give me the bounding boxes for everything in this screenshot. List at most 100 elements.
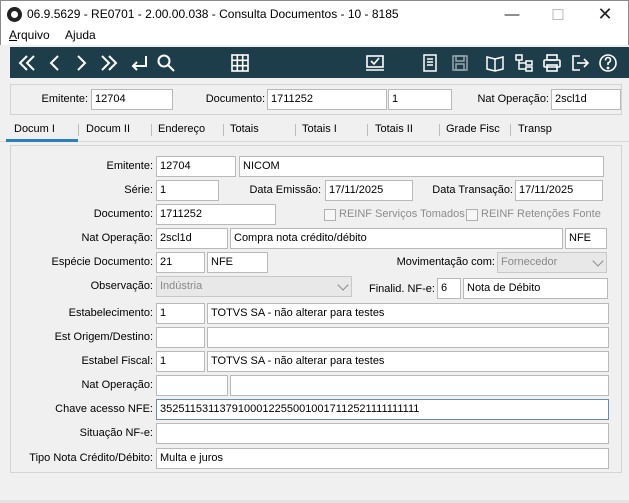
- next-icon[interactable]: [70, 47, 92, 78]
- tab-grade-fisc[interactable]: Grade Fisc: [446, 123, 500, 135]
- chave-field[interactable]: 3525115311379100012255001001711252111111…: [156, 399, 609, 420]
- emitente-name-field[interactable]: NICOM: [239, 156, 604, 177]
- est-origem-label: Est Origem/Destino:: [54, 331, 153, 343]
- menu-bar: Arquivo Ajuda: [0, 27, 629, 45]
- est-origem-code-field[interactable]: [156, 327, 205, 348]
- estabelecimento-code-field[interactable]: 1: [156, 303, 205, 324]
- estabelecimento-label: Estabelecimento:: [68, 307, 153, 319]
- finalid-desc-field[interactable]: Nota de Débito: [463, 278, 608, 299]
- movimentacao-dropdown[interactable]: Fornecedor: [497, 252, 607, 273]
- tab-totais-i[interactable]: Totais I: [302, 123, 337, 135]
- approve-icon[interactable]: [362, 47, 388, 78]
- reinf-retencoes-label: REINF Retenções Fonte: [481, 208, 601, 220]
- movimentacao-value: Fornecedor: [501, 256, 558, 268]
- situacao-field[interactable]: [156, 423, 609, 444]
- documento-field[interactable]: 1711252: [156, 204, 276, 225]
- reinf-retencoes-checkbox[interactable]: [466, 209, 478, 221]
- exit-icon[interactable]: [568, 47, 592, 78]
- natop2-label: Nat Operação:: [81, 379, 153, 391]
- toolbar: [10, 47, 629, 78]
- header-documento-label: Documento:: [205, 93, 265, 105]
- especie-desc-field[interactable]: NFE: [207, 252, 268, 273]
- active-tab-indicator: [6, 139, 78, 142]
- natop-desc-field[interactable]: Compra nota crédito/débito: [230, 228, 563, 249]
- tab-totais-ii[interactable]: Totais II: [375, 123, 413, 135]
- tab-bar: Docum I Docum II Endereço Totais Totais …: [0, 120, 629, 142]
- tab-endereco[interactable]: Endereço: [158, 123, 205, 135]
- menu-ajuda[interactable]: Ajuda: [65, 28, 96, 42]
- serie-label: Série:: [124, 184, 153, 196]
- chevron-down-icon: [337, 279, 349, 291]
- tipo-nota-label: Tipo Nota Crédito/Débito:: [29, 452, 153, 464]
- data-emissao-label: Data Emissão:: [249, 184, 321, 196]
- tab-divider: [295, 124, 296, 136]
- minimize-button[interactable]: —: [489, 1, 535, 28]
- natop-type-field[interactable]: NFE: [565, 228, 607, 249]
- report-icon[interactable]: [418, 47, 442, 78]
- header-documento-seq-field[interactable]: 1: [388, 89, 452, 110]
- header-documento-field[interactable]: 1711252: [267, 89, 387, 110]
- situacao-label: Situação NF-e:: [79, 427, 153, 439]
- serie-field[interactable]: 1: [156, 180, 219, 201]
- tab-divider: [510, 124, 511, 136]
- tab-docum-i[interactable]: Docum I: [14, 123, 55, 135]
- header-natop-field[interactable]: 2scl1d: [551, 89, 621, 110]
- tab-docum-ii[interactable]: Docum II: [86, 123, 130, 135]
- reinf-servicos-checkbox[interactable]: [324, 209, 336, 221]
- save-icon[interactable]: [448, 47, 472, 78]
- data-transacao-label: Data Transação:: [432, 184, 513, 196]
- finalid-code-field[interactable]: 6: [437, 278, 461, 299]
- book-icon[interactable]: [482, 47, 508, 78]
- natop-code-field[interactable]: 2scl1d: [156, 228, 228, 249]
- data-emissao-field[interactable]: 17/11/2025: [325, 180, 413, 201]
- tree-icon[interactable]: [512, 47, 536, 78]
- return-icon[interactable]: [126, 47, 152, 78]
- data-transacao-field[interactable]: 17/11/2025: [515, 180, 603, 201]
- form-panel: Emitente: 12704 NICOM Série: 1 Data Emis…: [10, 145, 622, 473]
- chave-label: Chave acesso NFE:: [55, 403, 153, 415]
- estabel-fiscal-code-field[interactable]: 1: [156, 351, 205, 372]
- emitente-code-field[interactable]: 12704: [156, 156, 236, 177]
- help-icon[interactable]: [596, 47, 620, 78]
- header-emitente-field[interactable]: 12704: [91, 89, 173, 110]
- est-origem-desc-field[interactable]: [207, 327, 609, 348]
- window-title: 06.9.5629 - RE0701 - 2.00.00.038 - Consu…: [27, 7, 399, 21]
- natop-label: Nat Operação:: [81, 232, 153, 244]
- title-bar: 06.9.5629 - RE0701 - 2.00.00.038 - Consu…: [0, 0, 629, 27]
- chevron-down-icon: [592, 255, 604, 267]
- estabelecimento-desc-field[interactable]: TOTVS SA - não alterar para testes: [207, 303, 609, 324]
- natop2-desc-field[interactable]: [230, 375, 609, 396]
- emitente-label: Emitente:: [106, 160, 153, 172]
- print-icon[interactable]: [540, 47, 564, 78]
- last-icon[interactable]: [96, 47, 122, 78]
- observacao-label: Observação:: [90, 280, 153, 292]
- estabel-fiscal-label: Estabel Fiscal:: [81, 355, 153, 367]
- tab-totais[interactable]: Totais: [230, 123, 259, 135]
- tab-divider: [439, 124, 440, 136]
- tab-divider: [78, 124, 79, 136]
- header-emitente-label: Emitente:: [41, 93, 88, 105]
- observacao-dropdown[interactable]: Indústria: [156, 276, 352, 297]
- finalid-label: Finalid. NF-e:: [368, 283, 435, 295]
- observacao-value: Indústria: [160, 280, 203, 292]
- estabel-fiscal-desc-field[interactable]: TOTVS SA - não alterar para testes: [207, 351, 609, 372]
- natop2-code-field[interactable]: [156, 375, 228, 396]
- menu-arquivo[interactable]: Arquivo: [9, 28, 50, 42]
- close-button[interactable]: ✕: [582, 1, 628, 28]
- especie-label: Espécie Documento:: [51, 256, 154, 268]
- tab-divider: [223, 124, 224, 136]
- grid-icon[interactable]: [228, 47, 252, 78]
- especie-code-field[interactable]: 21: [156, 252, 205, 273]
- tab-divider: [151, 124, 152, 136]
- tipo-nota-field[interactable]: Multa e juros: [156, 448, 609, 469]
- prev-icon[interactable]: [44, 47, 66, 78]
- tab-transp[interactable]: Transp: [518, 123, 552, 135]
- header-strip: Emitente: 12704 Documento: 1711252 1 Nat…: [10, 84, 622, 115]
- documento-label: Documento:: [93, 208, 153, 220]
- search-icon[interactable]: [154, 47, 178, 78]
- maximize-button[interactable]: ☐: [535, 1, 581, 28]
- movimentacao-label: Movimentação com:: [396, 256, 495, 268]
- reinf-servicos-label: REINF Serviços Tomados: [339, 208, 465, 220]
- first-icon[interactable]: [14, 47, 40, 78]
- tab-divider: [367, 124, 368, 136]
